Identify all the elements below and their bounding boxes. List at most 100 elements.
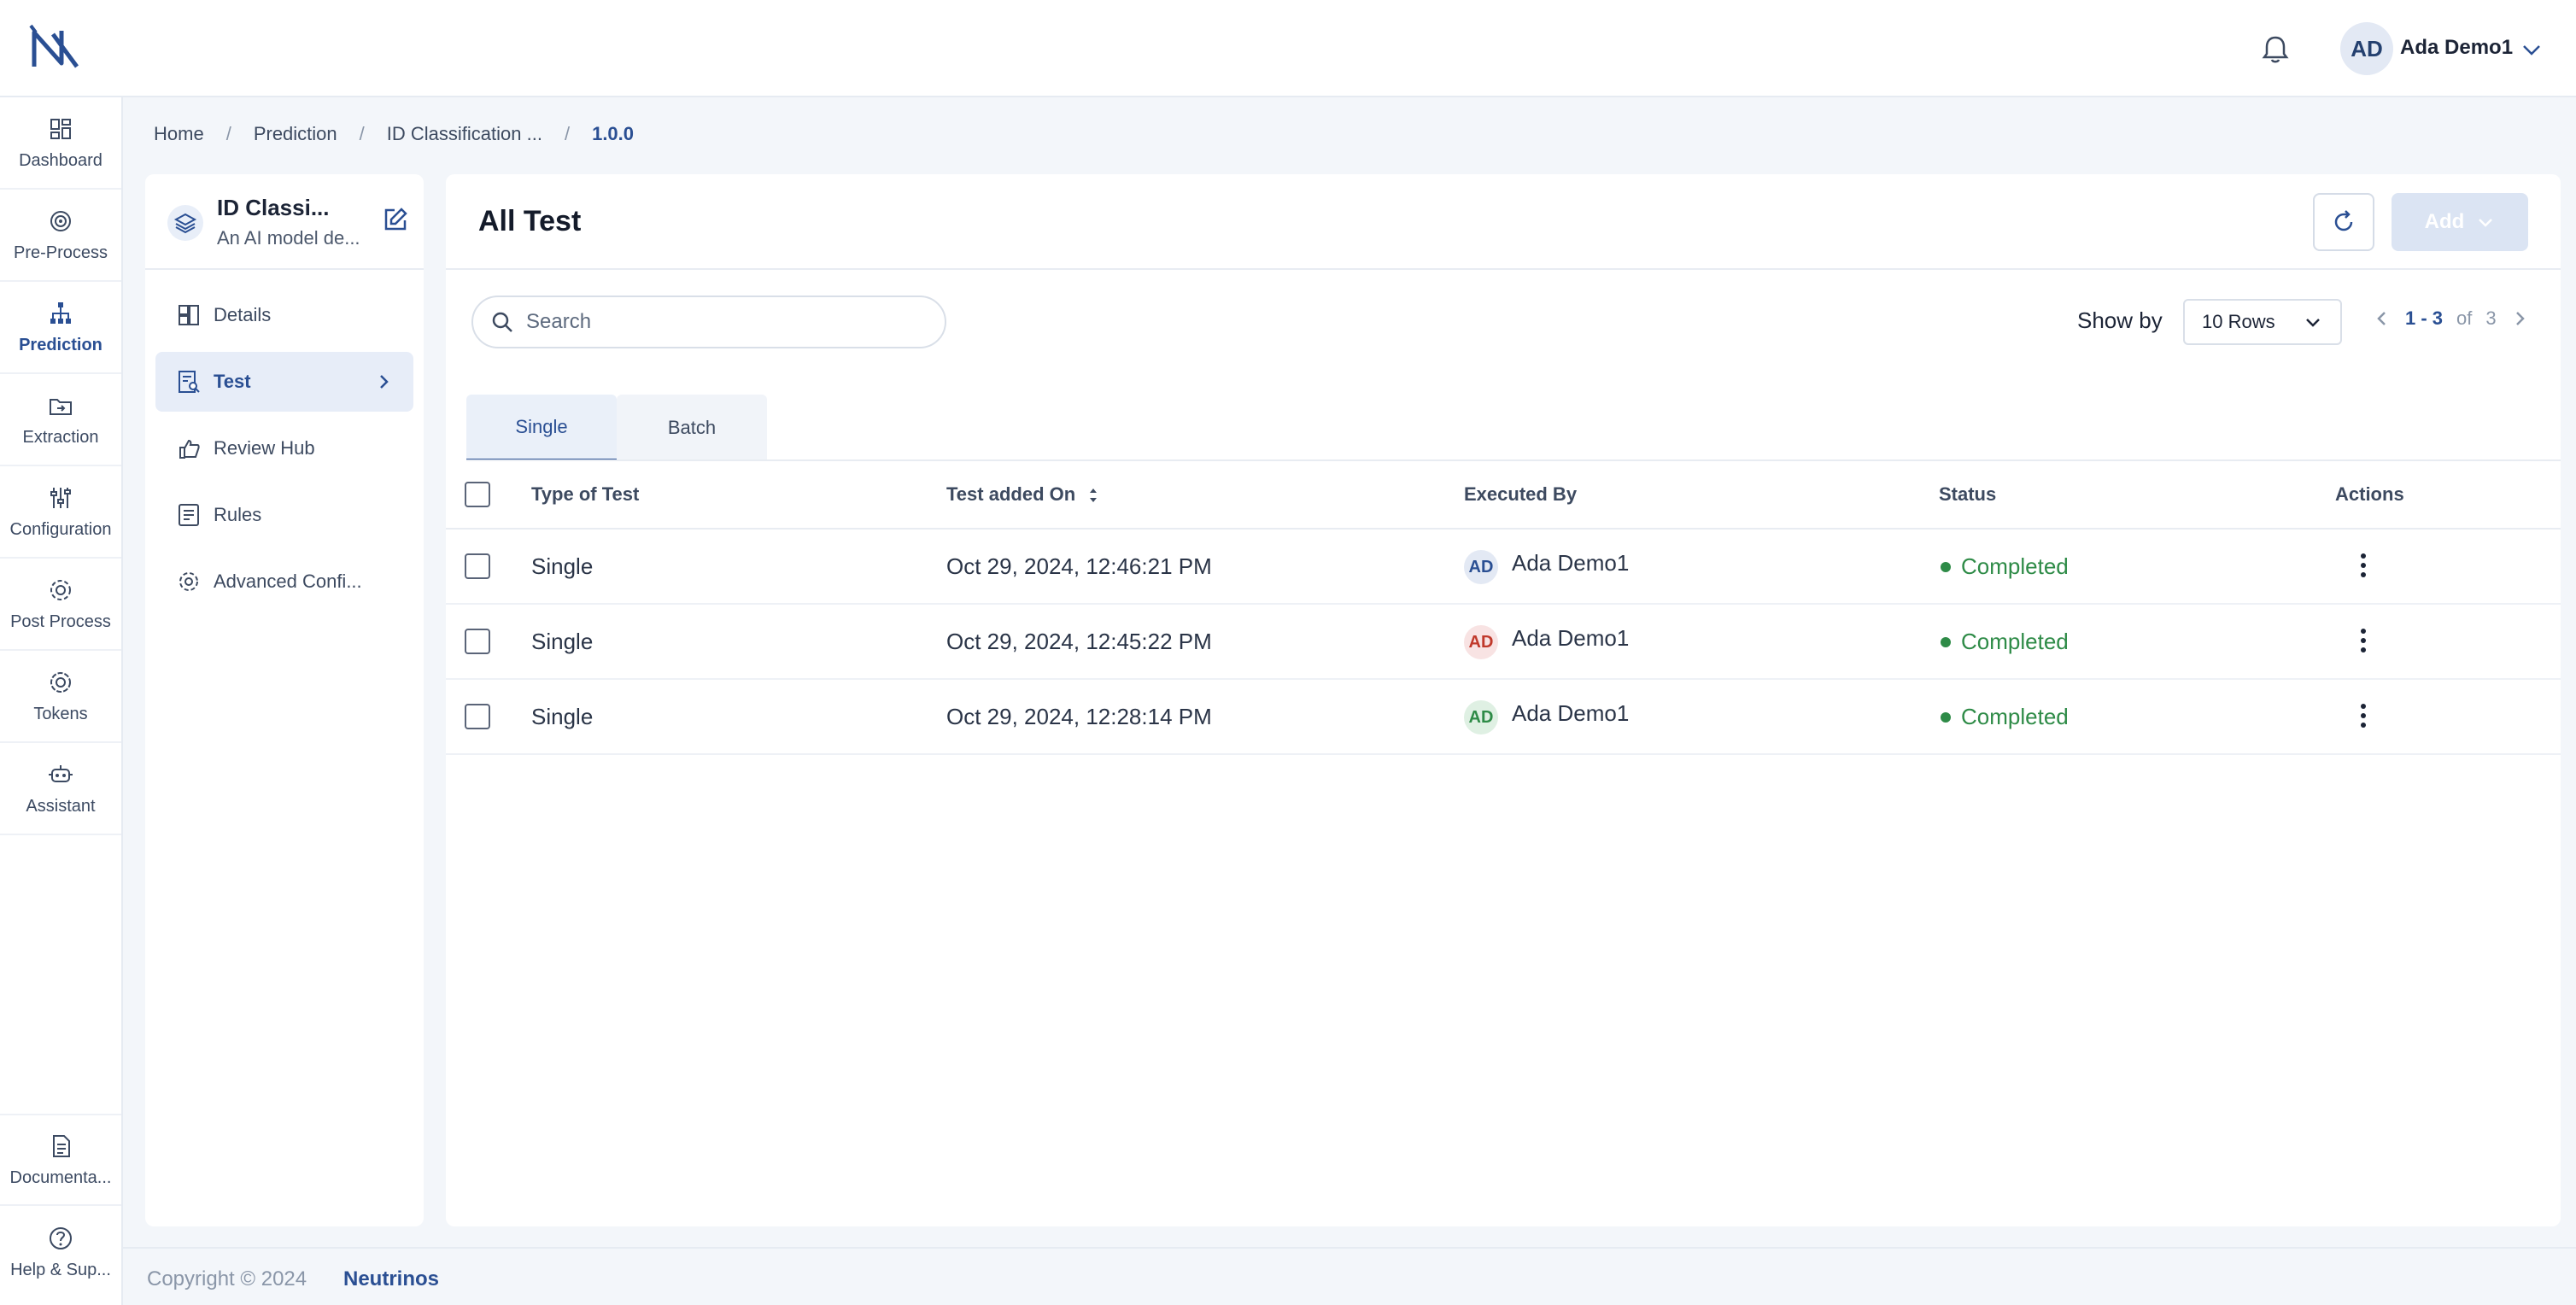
- brand-link[interactable]: Neutrinos: [343, 1267, 439, 1291]
- layers-icon: [167, 205, 203, 241]
- left-nav: Dashboard Pre-Process Prediction Extract…: [0, 97, 123, 1305]
- side-item-label: Test: [214, 371, 251, 392]
- table-row[interactable]: Single Oct 29, 2024, 12:46:21 PM AD Ada Dem…: [446, 530, 2561, 605]
- side-item-test[interactable]: Test: [155, 352, 413, 412]
- chevron-down-icon: [2479, 219, 2493, 227]
- nav-item-assistant[interactable]: Assistant: [0, 743, 121, 835]
- breadcrumb: Home / Prediction / ID Classification ..…: [154, 123, 634, 145]
- nav-item-extraction[interactable]: Extraction: [0, 374, 121, 466]
- executed-by-cell: Ada Demo1: [1512, 700, 1630, 726]
- tab-single[interactable]: Single: [466, 395, 617, 461]
- nav-item-tokens[interactable]: Tokens: [0, 651, 121, 743]
- nav-label: Prediction: [19, 335, 102, 354]
- user-avatar[interactable]: AD: [2340, 22, 2393, 75]
- test-type-cell: Single: [531, 553, 594, 579]
- refresh-button[interactable]: [2313, 193, 2374, 251]
- side-item-label: Details: [214, 304, 272, 325]
- more-actions-icon[interactable]: [2351, 548, 2376, 582]
- table-header: Type of Test Test added On Executed By S…: [446, 461, 2561, 530]
- status-dot: [1941, 637, 1951, 647]
- nav-label: Dashboard: [19, 150, 102, 170]
- column-header: Actions: [2335, 483, 2404, 505]
- neutrinos-logo[interactable]: [27, 22, 87, 73]
- status-badge: Completed: [1961, 553, 2069, 579]
- table-row[interactable]: Single Oct 29, 2024, 12:45:22 PM AD Ada Dem…: [446, 605, 2561, 680]
- refresh-icon: [2334, 210, 2353, 231]
- page-of: of: [2456, 307, 2473, 329]
- page-total: 3: [2485, 307, 2497, 329]
- column-header: Type of Test: [531, 483, 640, 505]
- nav-item-dashboard[interactable]: Dashboard: [0, 97, 121, 190]
- chevron-down-icon[interactable]: [2520, 38, 2544, 61]
- row-checkbox[interactable]: [465, 553, 490, 579]
- more-actions-icon[interactable]: [2351, 623, 2376, 658]
- rows-per-page-select[interactable]: 10 Rows: [2183, 299, 2342, 345]
- add-button[interactable]: Add: [2392, 193, 2528, 251]
- tab-batch[interactable]: Batch: [617, 395, 767, 461]
- side-item-label: Review Hub: [214, 437, 315, 459]
- side-item-rules[interactable]: Rules: [155, 485, 413, 545]
- breadcrumb-version: 1.0.0: [592, 123, 635, 144]
- nav-item-configuration[interactable]: Configuration: [0, 466, 121, 559]
- executed-by-cell: Ada Demo1: [1512, 550, 1630, 576]
- test-type-cell: Single: [531, 704, 594, 729]
- side-item-review-hub[interactable]: Review Hub: [155, 418, 413, 478]
- side-item-details[interactable]: Details: [155, 285, 413, 345]
- status-dot: [1941, 712, 1951, 723]
- review-icon: [179, 439, 200, 459]
- target-icon: [50, 210, 71, 231]
- side-item-label: Rules: [214, 504, 262, 525]
- model-description: An AI model de...: [217, 227, 360, 249]
- search-input[interactable]: [526, 310, 919, 334]
- notification-bell-icon[interactable]: [2258, 32, 2292, 67]
- footer: Copyright © 2024 Neutrinos: [123, 1247, 2576, 1305]
- add-button-label: Add: [2424, 210, 2465, 233]
- side-item-advanced-config[interactable]: Advanced Confi...: [155, 552, 413, 612]
- chevron-left-icon[interactable]: [2373, 309, 2392, 328]
- user-name[interactable]: Ada Demo1: [2400, 36, 2513, 60]
- nav-item-prediction[interactable]: Prediction: [0, 282, 121, 374]
- edit-icon[interactable]: [381, 205, 410, 234]
- column-header-label: Test added On: [946, 483, 1076, 505]
- document-icon: [53, 1134, 70, 1157]
- gear-icon: [50, 579, 71, 600]
- column-header[interactable]: Test added On: [946, 483, 1099, 506]
- chevron-right-icon[interactable]: [2510, 309, 2529, 328]
- search-icon: [492, 312, 512, 332]
- page-range: 1 - 3: [2405, 307, 2444, 329]
- nav-item-help[interactable]: Help & Sup...: [0, 1206, 121, 1298]
- pagination: 1 - 3 of 3: [2373, 307, 2529, 330]
- executor-avatar: AD: [1464, 700, 1498, 734]
- more-actions-icon[interactable]: [2351, 699, 2376, 733]
- rows-per-page-value: 10 Rows: [2202, 311, 2275, 332]
- sliders-icon: [50, 487, 71, 508]
- settings-icon: [179, 572, 198, 591]
- added-on-cell: Oct 29, 2024, 12:46:21 PM: [946, 553, 1212, 579]
- folder-icon: [50, 398, 72, 415]
- test-report-icon: [179, 371, 200, 393]
- select-all-checkbox[interactable]: [465, 482, 490, 507]
- page-title: All Test: [478, 205, 582, 237]
- added-on-cell: Oct 29, 2024, 12:28:14 PM: [946, 704, 1212, 729]
- hierarchy-icon: [50, 301, 71, 324]
- token-icon: [50, 671, 71, 693]
- dashboard-icon: [50, 118, 71, 139]
- breadcrumb-prediction[interactable]: Prediction: [254, 123, 337, 145]
- top-bar: AD Ada Demo1: [0, 0, 2576, 97]
- nav-label: Post Process: [10, 612, 111, 631]
- details-icon: [179, 305, 199, 325]
- breadcrumb-model[interactable]: ID Classification ...: [387, 123, 542, 145]
- nav-item-post-process[interactable]: Post Process: [0, 559, 121, 651]
- nav-item-documentation[interactable]: Documenta...: [0, 1114, 121, 1206]
- divider: [446, 268, 2561, 270]
- row-checkbox[interactable]: [465, 629, 490, 654]
- breadcrumb-home[interactable]: Home: [154, 123, 204, 145]
- breadcrumb-separator: /: [225, 123, 231, 144]
- nav-item-pre-process[interactable]: Pre-Process: [0, 190, 121, 282]
- search-box[interactable]: [471, 296, 946, 348]
- table-row[interactable]: Single Oct 29, 2024, 12:28:14 PM AD Ada Dem…: [446, 680, 2561, 755]
- nav-label: Tokens: [33, 704, 88, 723]
- robot-icon: [49, 764, 73, 782]
- row-checkbox[interactable]: [465, 704, 490, 729]
- column-header: Status: [1939, 483, 1997, 505]
